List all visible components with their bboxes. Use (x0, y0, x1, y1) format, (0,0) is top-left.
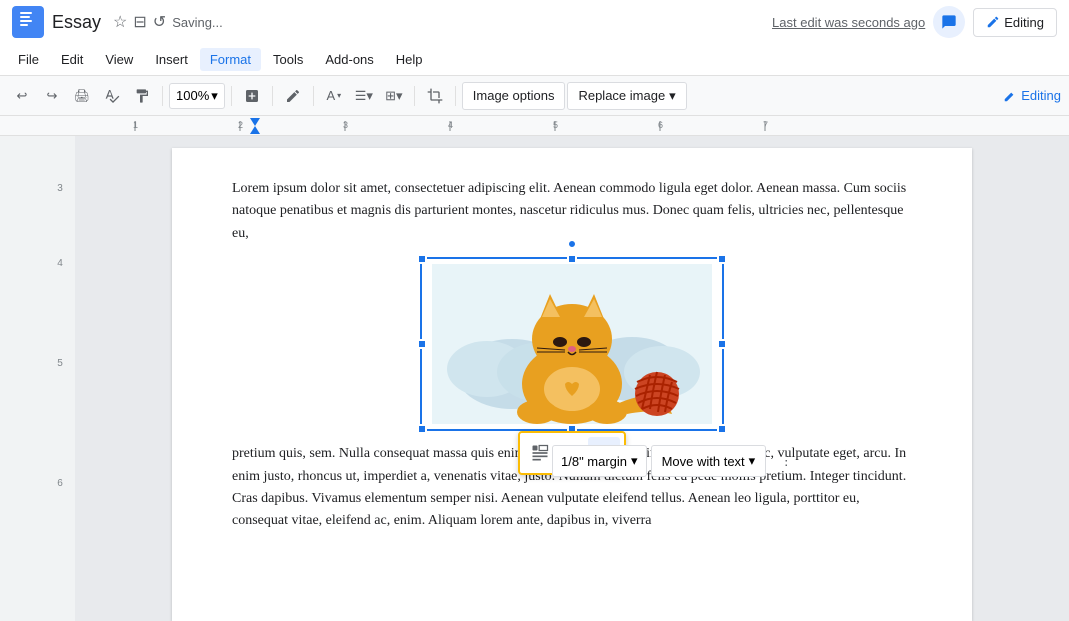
editing-status: Editing (1003, 88, 1061, 103)
menu-edit[interactable]: Edit (51, 48, 93, 71)
move-with-text-button[interactable]: Move with text ▾ (651, 445, 767, 477)
image-options-button[interactable]: Image options (462, 82, 566, 110)
toolbar-sep-1 (162, 86, 163, 106)
cat-image (422, 259, 722, 429)
star-icon[interactable]: ☆ (113, 12, 127, 32)
menu-tools[interactable]: Tools (263, 48, 313, 71)
title-icons: ☆ ⊟ ↺ Saving... (113, 12, 223, 32)
svg-text:6: 6 (658, 120, 663, 130)
toolbar-sep-5 (414, 86, 415, 106)
zoom-dropdown-icon: ▾ (211, 88, 218, 104)
document-area: Lorem ipsum dolor sit amet, consectetuer… (75, 136, 1069, 621)
move-with-text-dropdown-icon: ▾ (749, 453, 756, 469)
replace-image-button[interactable]: Replace image ▾ (567, 82, 686, 110)
svg-text:4: 4 (448, 120, 453, 130)
menu-insert[interactable]: Insert (145, 48, 198, 71)
redo-button[interactable]: ↪ (38, 82, 66, 110)
svg-text:3: 3 (57, 183, 63, 194)
menu-file[interactable]: File (8, 48, 49, 71)
comment-icon[interactable] (933, 6, 965, 38)
selected-image[interactable] (420, 257, 724, 431)
editing-label: Editing (1004, 15, 1044, 30)
editing-button[interactable]: Editing (973, 8, 1057, 37)
margin-dropdown-icon: ▾ (631, 453, 638, 469)
crop-button[interactable] (421, 82, 449, 110)
undo-button[interactable]: ↩ (8, 82, 36, 110)
menu-format[interactable]: Format (200, 48, 261, 71)
highlight-color-button[interactable]: A▾ (320, 82, 348, 110)
border-button[interactable]: ☰▾ (350, 82, 378, 110)
handle-middle-right[interactable] (717, 339, 727, 349)
handle-bottom-right[interactable] (717, 424, 727, 434)
toolbar: ↩ ↪ 🖨 100% ▾ A▾ ☰▾ ⊞▾ Image options Repl… (0, 76, 1069, 116)
zoom-value: 100% (176, 88, 209, 103)
cloud-icon[interactable]: ↺ (153, 12, 166, 32)
svg-text:3: 3 (343, 120, 348, 130)
wrap-controls: 1/8" margin ▾ Move with text ▾ ⋮ (552, 445, 1069, 477)
menu-help[interactable]: Help (386, 48, 433, 71)
app-icon (12, 6, 44, 38)
menu-view[interactable]: View (95, 48, 143, 71)
toolbar-sep-4 (313, 86, 314, 106)
paint-format-button[interactable] (128, 82, 156, 110)
menu-bar: File Edit View Insert Format Tools Add-o… (0, 44, 1069, 76)
edit-image-button[interactable] (279, 82, 307, 110)
handle-top-left[interactable] (417, 254, 427, 264)
more-options-button[interactable]: ⋮ (770, 445, 802, 477)
saving-text: Saving... (172, 15, 223, 30)
ruler: 1 2 3 4 5 6 7 (0, 116, 1069, 136)
handle-top-right[interactable] (717, 254, 727, 264)
svg-text:5: 5 (57, 358, 63, 369)
handle-middle-left[interactable] (417, 339, 427, 349)
svg-text:1: 1 (133, 120, 138, 130)
title-bar: Essay ☆ ⊟ ↺ Saving... Last edit was seco… (0, 0, 1069, 44)
spellcheck-button[interactable] (98, 82, 126, 110)
doc-title: Essay (52, 12, 101, 33)
editing-status-label: Editing (1021, 88, 1061, 103)
replace-image-dropdown-icon: ▾ (669, 88, 676, 104)
image-container[interactable]: 1/8" margin ▾ Move with text ▾ ⋮ (232, 257, 912, 431)
last-edit-text[interactable]: Last edit was seconds ago (772, 15, 925, 30)
toolbar-sep-3 (272, 86, 273, 106)
toolbar-sep-6 (455, 86, 456, 106)
margin-dropdown[interactable]: 1/8" margin ▾ (552, 445, 647, 477)
ruler-inner: 1 2 3 4 5 6 7 (75, 116, 1069, 135)
left-sidebar: 3 4 5 6 (0, 136, 75, 621)
move-with-text-label: Move with text (662, 454, 745, 469)
svg-text:6: 6 (57, 478, 63, 489)
main-area: 3 4 5 6 Lorem ipsum dolor sit amet, cons… (0, 136, 1069, 621)
handle-top-center[interactable] (567, 254, 577, 264)
svg-text:7: 7 (763, 120, 768, 130)
table-button[interactable]: ⊞▾ (380, 82, 408, 110)
handle-bottom-left[interactable] (417, 424, 427, 434)
replace-image-label: Replace image (578, 88, 665, 103)
menu-addons[interactable]: Add-ons (315, 48, 383, 71)
svg-text:4: 4 (57, 258, 63, 269)
zoom-control[interactable]: 100% ▾ (169, 83, 225, 109)
svg-text:2: 2 (238, 120, 243, 130)
image-options-label: Image options (473, 88, 555, 103)
text-before: Lorem ipsum dolor sit amet, consectetuer… (232, 178, 912, 245)
print-button[interactable]: 🖨 (68, 82, 96, 110)
add-button[interactable] (238, 82, 266, 110)
rotate-handle[interactable] (567, 239, 577, 249)
folder-icon[interactable]: ⊟ (133, 12, 146, 32)
margin-label: 1/8" margin (561, 454, 627, 469)
document-page: Lorem ipsum dolor sit amet, consectetuer… (172, 148, 972, 621)
toolbar-sep-2 (231, 86, 232, 106)
svg-text:5: 5 (553, 120, 558, 130)
